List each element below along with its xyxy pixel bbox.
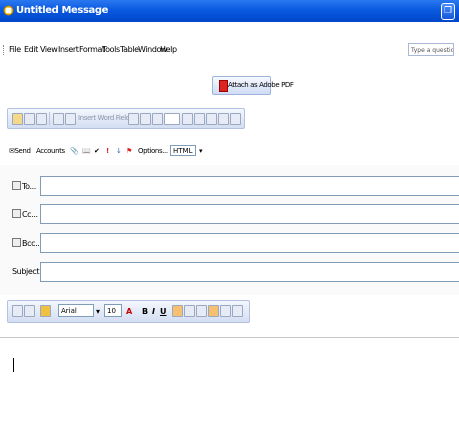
importance-high-icon[interactable]: ! bbox=[106, 147, 109, 155]
format-painter-icon[interactable] bbox=[40, 305, 51, 317]
address-book-icon[interactable]: 📖 bbox=[82, 147, 91, 155]
underline-button[interactable]: U bbox=[160, 307, 167, 316]
save-icon[interactable] bbox=[24, 113, 35, 125]
menu-format[interactable]: Format bbox=[79, 45, 105, 54]
styles-icon[interactable] bbox=[12, 305, 23, 317]
bcc-row: Bcc... bbox=[0, 230, 459, 254]
font-dropdown-arrow-icon[interactable]: ▾ bbox=[96, 307, 100, 316]
toolbar-separator bbox=[49, 112, 50, 125]
font-color-icon[interactable]: A bbox=[126, 307, 132, 316]
address-book-icon bbox=[12, 209, 21, 218]
envelope-toolbar: ✉Send Accounts 📎 📖 ✔ ! ↓ ⚑ Options... HT… bbox=[0, 141, 459, 161]
to-button[interactable]: To... bbox=[12, 181, 36, 191]
numbering-icon[interactable] bbox=[220, 305, 231, 317]
to-row: To... bbox=[0, 173, 459, 197]
restore-window-button[interactable]: ❐ bbox=[441, 3, 455, 20]
flag-icon[interactable]: ⚑ bbox=[126, 147, 132, 155]
spelling-icon[interactable] bbox=[65, 113, 76, 125]
attach-as-pdf-button[interactable]: Attach as Adobe PDF bbox=[212, 76, 294, 95]
address-book-icon bbox=[12, 181, 21, 190]
menu-file[interactable]: File bbox=[9, 45, 21, 54]
cut-icon[interactable] bbox=[128, 113, 139, 125]
options-button[interactable]: Options... bbox=[138, 147, 168, 155]
cc-label: Cc... bbox=[22, 210, 38, 219]
bcc-label: Bcc... bbox=[22, 239, 42, 248]
bcc-button[interactable]: Bcc... bbox=[12, 238, 42, 248]
ask-question-input[interactable]: Type a question for help bbox=[408, 43, 454, 56]
bullets-icon[interactable] bbox=[232, 305, 243, 317]
new-document-icon[interactable] bbox=[12, 113, 23, 125]
align-center-icon[interactable] bbox=[184, 305, 195, 317]
message-headers: To... Cc... Bcc... Subject: bbox=[0, 165, 459, 295]
cc-field[interactable] bbox=[40, 204, 459, 224]
menu-table[interactable]: Table bbox=[120, 45, 139, 54]
attach-as-pdf-label: Attach as Adobe PDF bbox=[228, 81, 294, 89]
print-icon[interactable] bbox=[53, 113, 64, 125]
redo-icon[interactable] bbox=[182, 113, 193, 125]
address-book-icon bbox=[12, 238, 21, 247]
standard-toolbar: Insert Word Field bbox=[7, 108, 245, 129]
insert-word-field-button[interactable]: Insert Word Field bbox=[78, 114, 130, 122]
font-size-select[interactable]: 10 bbox=[104, 304, 122, 317]
cc-row: Cc... bbox=[0, 201, 459, 225]
send-label: Send bbox=[14, 147, 31, 155]
accounts-button[interactable]: Accounts bbox=[36, 147, 65, 155]
table-icon[interactable] bbox=[206, 113, 217, 125]
to-field[interactable] bbox=[40, 176, 459, 196]
italic-button[interactable]: I bbox=[152, 307, 155, 316]
text-cursor bbox=[13, 358, 14, 372]
message-format-select[interactable]: HTML bbox=[170, 145, 196, 156]
menu-insert[interactable]: Insert bbox=[58, 45, 79, 54]
align-right-icon[interactable] bbox=[196, 305, 207, 317]
menu-edit[interactable]: Edit bbox=[24, 45, 38, 54]
send-button[interactable]: ✉Send bbox=[9, 147, 31, 155]
bcc-field[interactable] bbox=[40, 233, 459, 253]
save-icon[interactable] bbox=[24, 305, 35, 317]
font-name-select[interactable]: Arial bbox=[58, 304, 94, 317]
message-body[interactable] bbox=[0, 337, 459, 447]
menubar-grip[interactable] bbox=[3, 45, 6, 55]
to-label: To... bbox=[22, 182, 36, 191]
menu-tools[interactable]: Tools bbox=[102, 45, 120, 54]
pdf-icon bbox=[219, 80, 228, 92]
subject-field[interactable] bbox=[40, 262, 459, 282]
menu-view[interactable]: View bbox=[40, 45, 58, 54]
window-title: Untitled Message bbox=[16, 5, 109, 16]
title-bar: Untitled Message ❐ bbox=[0, 0, 459, 22]
permission-icon[interactable] bbox=[36, 113, 47, 125]
copy-icon[interactable] bbox=[140, 113, 151, 125]
align-left-icon[interactable] bbox=[172, 305, 183, 317]
formatting-toolbar: Arial ▾ 10 A B I U bbox=[7, 300, 250, 323]
paste-icon[interactable] bbox=[152, 113, 163, 125]
bold-button[interactable]: B bbox=[142, 307, 148, 316]
format-dropdown-arrow-icon[interactable]: ▾ bbox=[199, 147, 203, 155]
check-names-icon[interactable]: ✔ bbox=[94, 147, 100, 155]
subject-row: Subject: bbox=[0, 259, 459, 283]
columns-icon[interactable] bbox=[218, 113, 229, 125]
importance-low-icon[interactable]: ↓ bbox=[116, 147, 122, 155]
outlook-app-icon bbox=[3, 5, 14, 16]
justify-icon[interactable] bbox=[208, 305, 219, 317]
hyperlink-icon[interactable] bbox=[194, 113, 205, 125]
menu-help[interactable]: Help bbox=[160, 45, 177, 54]
attach-file-icon[interactable]: 📎 bbox=[70, 147, 79, 155]
menu-bar: File Edit View Insert Format Tools Table… bbox=[0, 40, 459, 60]
undo-icon[interactable] bbox=[164, 113, 180, 125]
cc-button[interactable]: Cc... bbox=[12, 209, 38, 219]
drawing-icon[interactable] bbox=[230, 113, 241, 125]
subject-label: Subject: bbox=[12, 267, 42, 276]
